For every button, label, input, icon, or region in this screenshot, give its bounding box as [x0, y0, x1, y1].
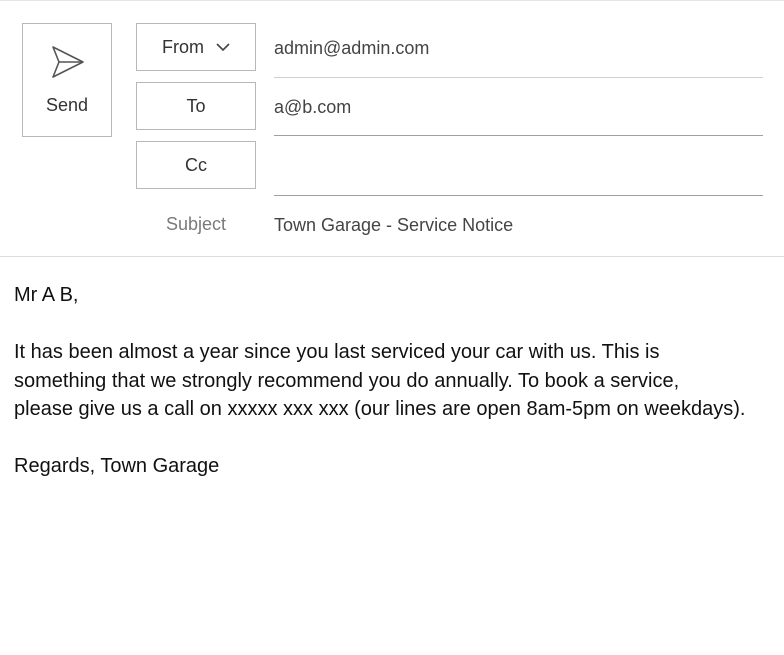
salutation: Mr A B, — [14, 284, 79, 306]
to-button[interactable]: To — [136, 82, 256, 130]
compose-header: Send From To Cc Subject admin@admin.com … — [0, 0, 784, 257]
from-field[interactable]: admin@admin.com — [274, 32, 763, 64]
cc-button[interactable]: Cc — [136, 141, 256, 189]
signoff: Regards, Town Garage — [14, 455, 220, 477]
cc-label: Cc — [185, 154, 207, 175]
to-field-underline — [274, 135, 763, 136]
subject-label: Subject — [165, 214, 227, 234]
cc-field[interactable] — [274, 150, 763, 182]
message-body[interactable]: Mr A B, It has been almost a year since … — [14, 281, 774, 481]
from-label: From — [162, 36, 204, 57]
send-icon — [52, 46, 84, 78]
to-label: To — [186, 95, 206, 116]
paragraph-line: something that we strongly recommend you… — [14, 369, 680, 392]
subject-field[interactable]: Town Garage - Service Notice — [274, 209, 763, 241]
from-button[interactable]: From — [136, 23, 256, 71]
send-label: Send — [45, 95, 89, 115]
to-field[interactable]: a@b.com — [274, 91, 763, 123]
chevron-down-icon — [216, 43, 230, 52]
send-button[interactable]: Send — [22, 23, 112, 137]
paragraph-line: It has been almost a year since you last… — [14, 341, 660, 363]
cc-field-underline — [274, 195, 763, 196]
paragraph-line: please give us a call on xxxxx xxx xxx (… — [14, 398, 746, 420]
from-field-underline — [274, 77, 763, 78]
